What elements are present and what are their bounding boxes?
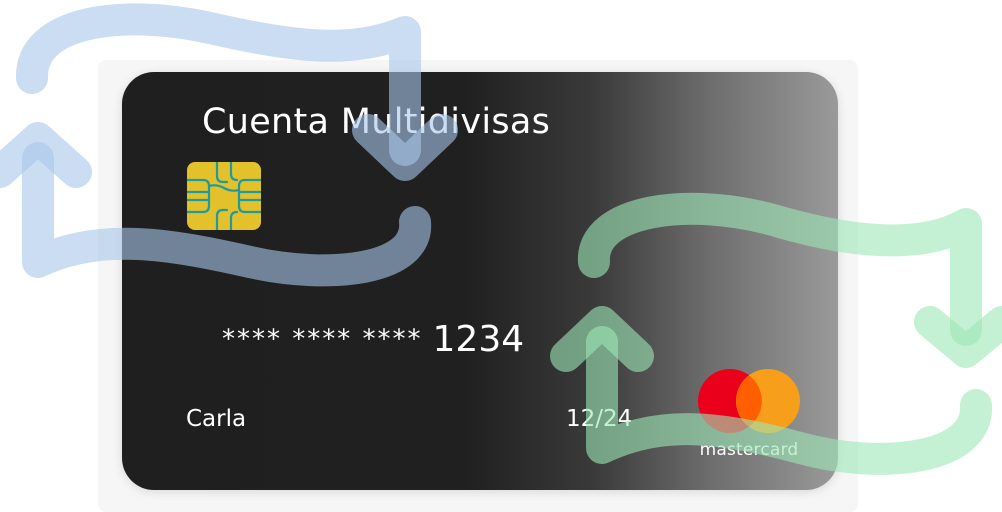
card-number-last4: 1234 — [432, 319, 525, 360]
card-title: Cuenta Multidivisas — [202, 102, 551, 142]
credit-card[interactable]: Cuenta Multidivisas **** **** **** 1234 … — [122, 72, 838, 490]
emv-chip-icon — [187, 162, 261, 230]
mastercard-logo-icon — [698, 369, 800, 433]
card-expiry: 12/24 — [566, 406, 633, 432]
mastercard-wordmark: mastercard — [699, 440, 799, 460]
stage: Cuenta Multidivisas **** **** **** 1234 … — [0, 0, 1002, 512]
card-holder-name: Carla — [186, 406, 247, 432]
card-number-mask: **** **** **** — [222, 324, 423, 355]
mastercard-logo: mastercard — [690, 368, 808, 464]
card-number: **** **** **** 1234 — [222, 319, 524, 360]
